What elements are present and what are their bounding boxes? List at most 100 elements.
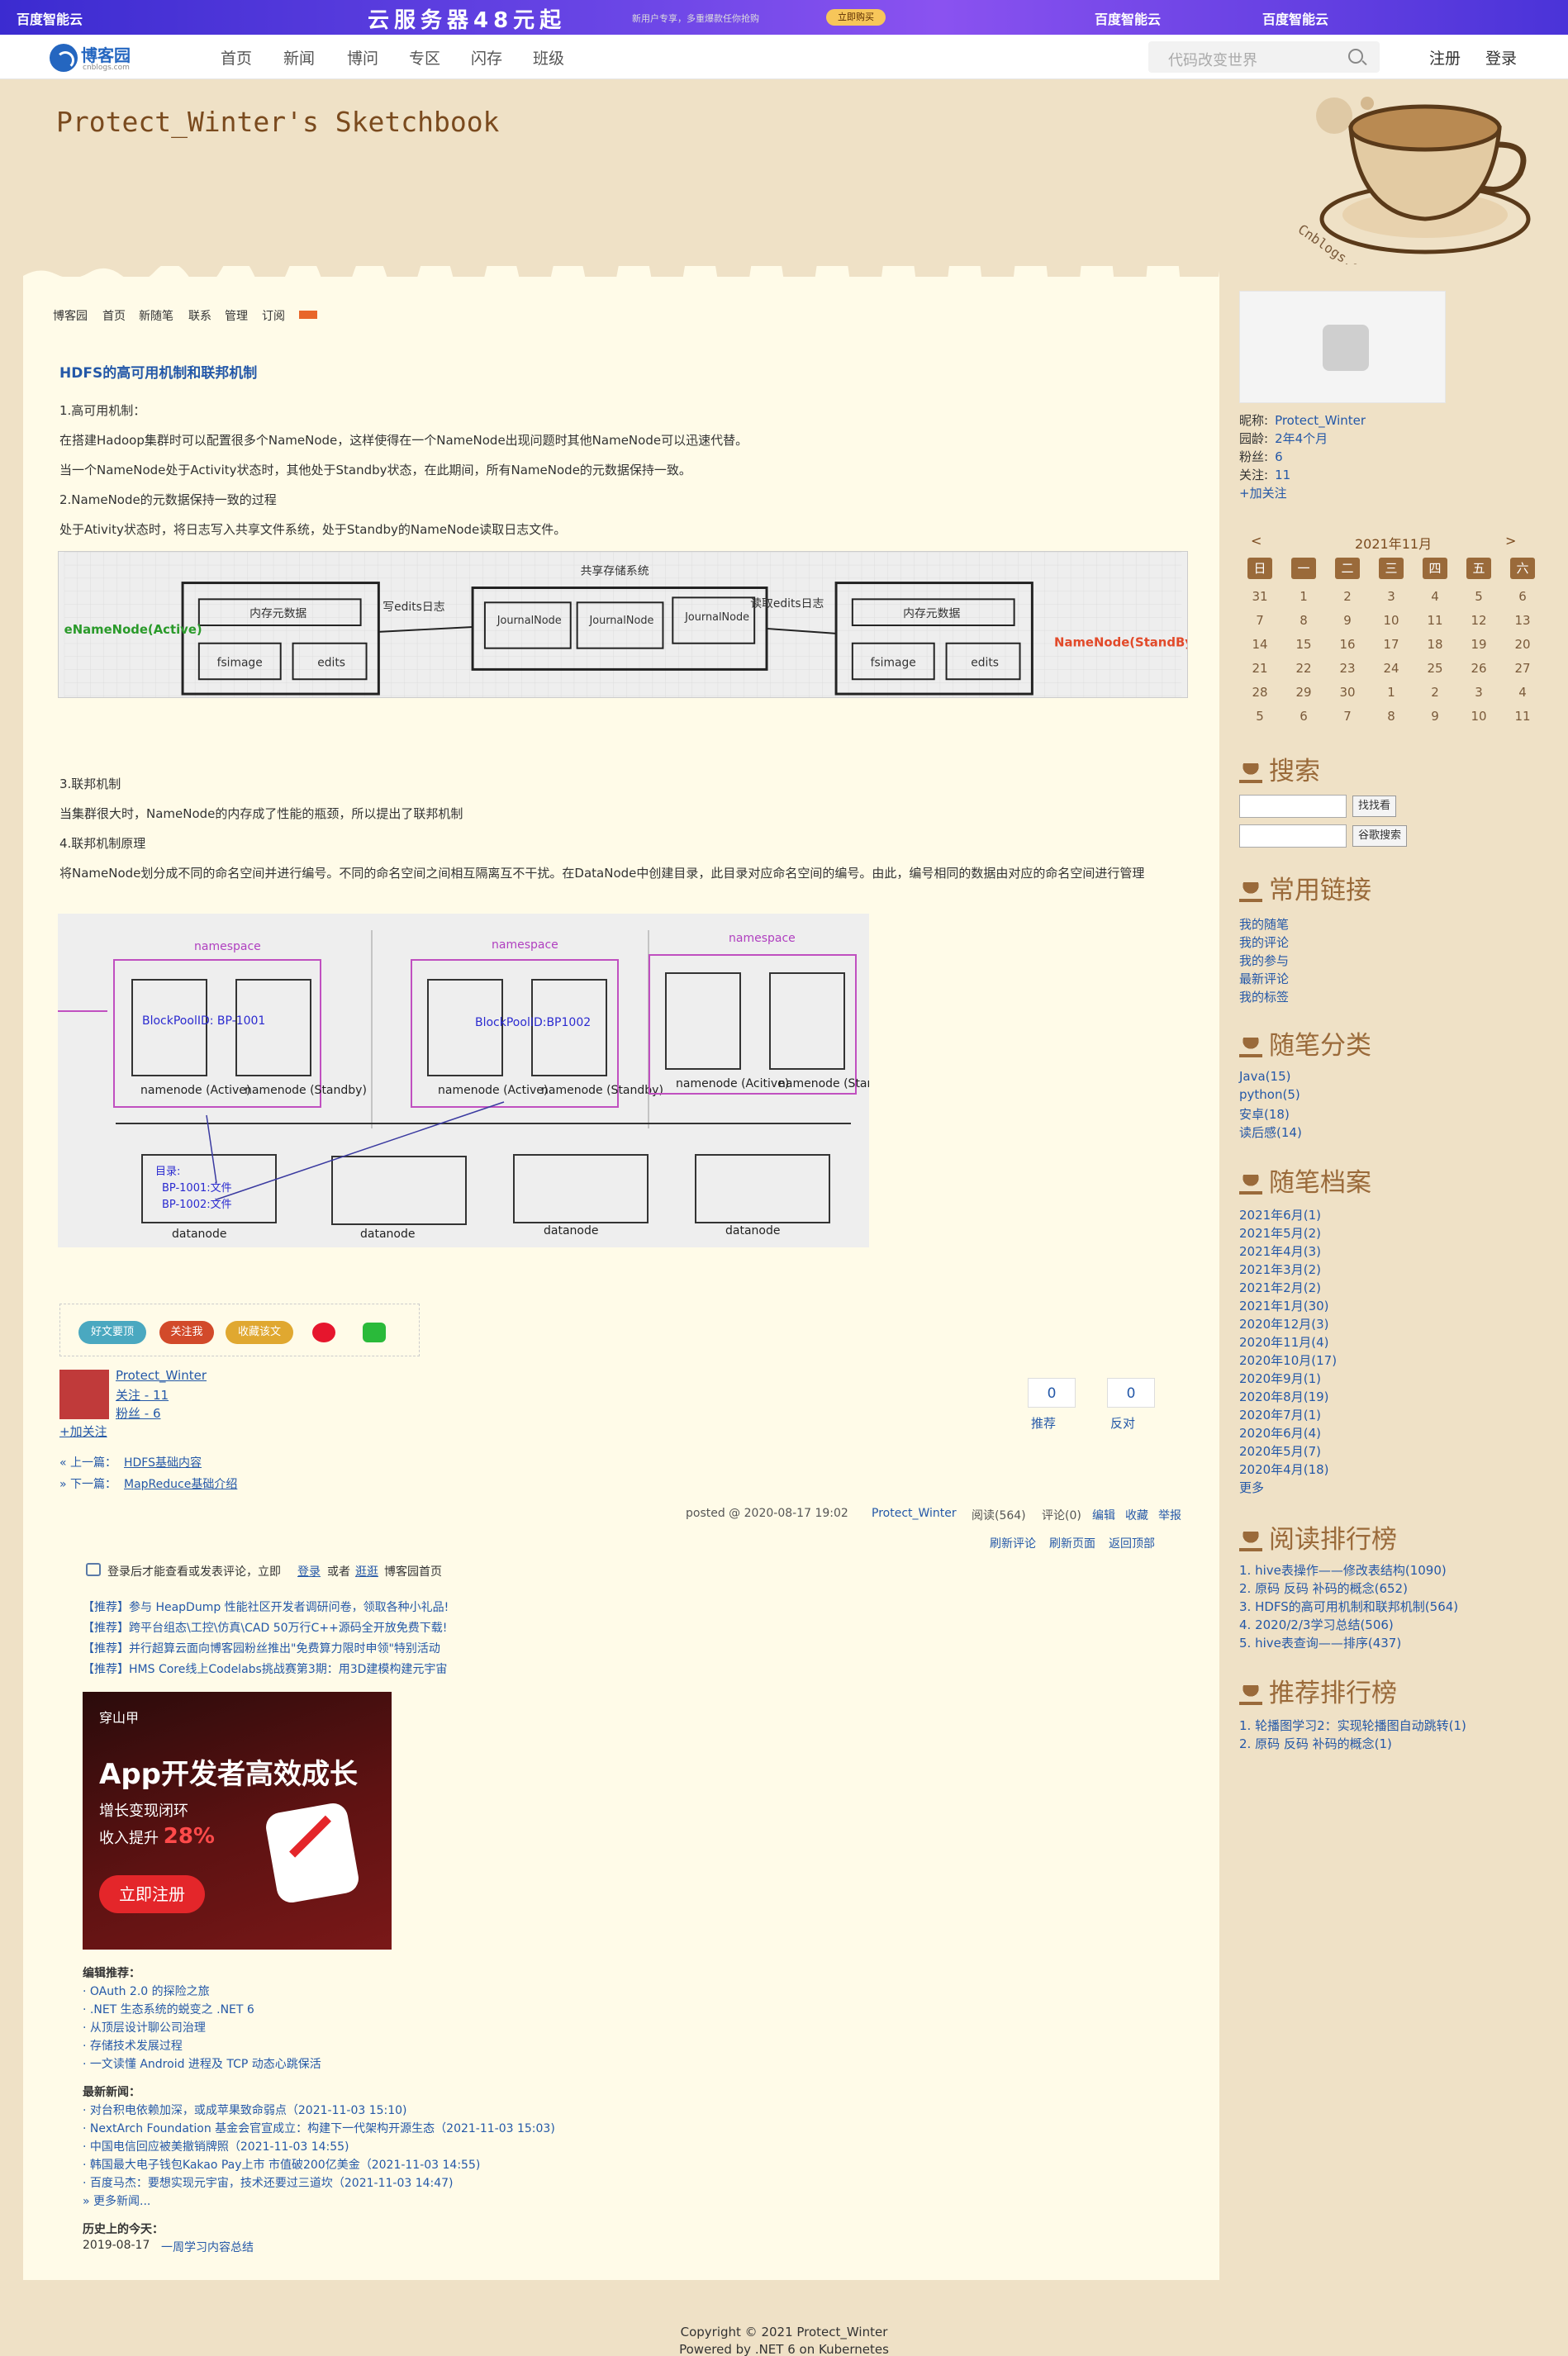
archive-link[interactable]: 2020年12月(3) [1239, 1315, 1329, 1332]
report-link[interactable]: 举报 [1158, 1507, 1181, 1523]
calendar-day[interactable]: 11 [1414, 613, 1456, 628]
digg-label[interactable]: 推荐 [1031, 1414, 1056, 1432]
subnav-cnblogs[interactable]: 博客园 [53, 307, 88, 324]
post-title[interactable]: HDFS的高可用机制和联邦机制 [59, 361, 257, 382]
news-item[interactable]: · 韩国最大电子钱包Kakao Pay上市 市值破200亿美金（2021-11-… [83, 2156, 480, 2173]
archive-link[interactable]: 2021年3月(2) [1239, 1261, 1321, 1278]
calendar-day[interactable]: 4 [1502, 685, 1543, 700]
calendar-day[interactable]: 7 [1327, 709, 1368, 724]
calendar-day[interactable]: 9 [1327, 613, 1368, 628]
sidebar-link[interactable]: 我的评论 [1239, 933, 1289, 951]
search-button[interactable]: 找找看 [1352, 796, 1397, 817]
editor-item[interactable]: · .NET 生态系统的蜕变之 .NET 6 [83, 2001, 254, 2017]
news-item[interactable]: · NextArch Foundation 基金会官宣成立：构建下一代架构开源生… [83, 2120, 555, 2136]
register-link[interactable]: 注册 [1429, 46, 1461, 69]
calendar-day[interactable]: 9 [1414, 709, 1456, 724]
calendar-day[interactable]: 7 [1239, 613, 1281, 628]
archive-link[interactable]: 2020年10月(17) [1239, 1351, 1337, 1369]
calendar-day[interactable]: 6 [1502, 589, 1543, 604]
recommend-link[interactable]: 【推荐】跨平台组态\工控\仿真\CAD 50万行C++源码全开放免费下载! [83, 1619, 447, 1636]
read-rank-link[interactable]: 5. hive表查询——排序(437) [1239, 1634, 1401, 1651]
back-to-top-link[interactable]: 返回顶部 [1109, 1535, 1155, 1551]
calendar-day[interactable]: 27 [1502, 661, 1543, 676]
bury-label[interactable]: 反对 [1110, 1414, 1135, 1432]
editor-item[interactable]: · 存储技术发展过程 [83, 2037, 183, 2054]
fav-link[interactable]: 收藏 [1125, 1507, 1148, 1523]
calendar-prev[interactable]: < [1251, 533, 1262, 549]
subnav-new-post[interactable]: 新随笔 [139, 307, 173, 324]
calendar-day[interactable]: 5 [1239, 709, 1281, 724]
recommend-rank-link[interactable]: 1. 轮播图学习2：实现轮播图自动跳转(1) [1239, 1717, 1466, 1734]
read-rank-link[interactable]: 4. 2020/2/3学习总结(506) [1239, 1616, 1394, 1633]
calendar-day[interactable]: 13 [1502, 613, 1543, 628]
calendar-day[interactable]: 19 [1458, 637, 1499, 652]
google-search-input[interactable] [1239, 824, 1347, 848]
calendar-day[interactable]: 15 [1283, 637, 1324, 652]
archive-link[interactable]: 2020年7月(1) [1239, 1406, 1321, 1423]
refresh-comments-link[interactable]: 刷新评论 [990, 1535, 1036, 1551]
ad-register-button[interactable]: 立即注册 [99, 1875, 205, 1913]
add-follow-link[interactable]: +加关注 [59, 1423, 107, 1440]
archive-link[interactable]: 2020年11月(4) [1239, 1333, 1329, 1351]
sidebar-link[interactable]: 最新评论 [1239, 970, 1289, 987]
calendar-day[interactable]: 2 [1327, 589, 1368, 604]
banner-buy-button[interactable]: 立即购买 [826, 9, 886, 26]
author-fans[interactable]: 粉丝 - 6 [116, 1404, 161, 1422]
cnblogs-logo[interactable]: 博客园 cnblogs.com [50, 39, 140, 75]
read-rank-link[interactable]: 2. 原码 反码 补码的概念(652) [1239, 1579, 1408, 1597]
nav-zone[interactable]: 专区 [409, 46, 440, 69]
archive-link[interactable]: 2020年8月(19) [1239, 1388, 1329, 1405]
calendar-day[interactable]: 18 [1414, 637, 1456, 652]
news-item[interactable]: · 百度马杰：要想实现元宇宙，技术还要过三道坎（2021-11-03 14:47… [83, 2174, 454, 2191]
pangle-ad-banner[interactable]: 穿山甲 App开发者高效成长 增长变现闭环 收入提升 28% 立即注册 [83, 1692, 392, 1950]
subnav-admin[interactable]: 管理 [225, 307, 248, 324]
wechat-icon[interactable] [363, 1323, 386, 1342]
nav-flash[interactable]: 闪存 [471, 46, 502, 69]
calendar-day[interactable]: 8 [1283, 613, 1324, 628]
calendar-day[interactable]: 12 [1458, 613, 1499, 628]
calendar-day[interactable]: 4 [1414, 589, 1456, 604]
sidebar-search-input[interactable] [1239, 795, 1347, 818]
sidebar-link[interactable]: 我的标签 [1239, 988, 1289, 1005]
subnav-subscribe[interactable]: 订阅 [262, 307, 285, 324]
calendar-day[interactable]: 25 [1414, 661, 1456, 676]
xml-rss-icon[interactable] [299, 311, 317, 319]
google-search-button[interactable]: 谷歌搜索 [1352, 825, 1408, 847]
sidebar-nick-link[interactable]: Protect_Winter [1275, 413, 1366, 428]
site-search-input[interactable]: 代码改变世界 [1148, 41, 1380, 73]
category-link[interactable]: Java(15) [1239, 1069, 1290, 1084]
calendar-day[interactable]: 16 [1327, 637, 1368, 652]
sidebar-add-follow[interactable]: +加关注 [1239, 484, 1287, 501]
sidebar-link[interactable]: 我的随笔 [1239, 915, 1289, 933]
read-rank-link[interactable]: 3. HDFS的高可用机制和联邦机制(564) [1239, 1598, 1458, 1615]
refresh-page-link[interactable]: 刷新页面 [1049, 1535, 1095, 1551]
author-follow[interactable]: 关注 - 11 [116, 1386, 169, 1404]
calendar-day[interactable]: 30 [1327, 685, 1368, 700]
archive-link[interactable]: 2021年4月(3) [1239, 1242, 1321, 1260]
calendar-day[interactable]: 11 [1502, 709, 1543, 724]
archive-link[interactable]: 2021年1月(30) [1239, 1297, 1329, 1314]
archive-link[interactable]: 2020年9月(1) [1239, 1370, 1321, 1387]
recommend-rank-link[interactable]: 2. 原码 反码 补码的概念(1) [1239, 1735, 1392, 1752]
top-ad-banner[interactable]: 百度智能云 云服务器48元起 新用户专享，多重爆款任你抢购 立即购买 百度智能云… [0, 0, 1568, 35]
archive-link[interactable]: 2020年4月(18) [1239, 1461, 1329, 1478]
nav-home[interactable]: 首页 [221, 46, 252, 69]
calendar-day[interactable]: 28 [1239, 685, 1281, 700]
sidebar-fans-link[interactable]: 6 [1275, 449, 1283, 464]
subnav-home[interactable]: 首页 [102, 307, 126, 324]
nav-questions[interactable]: 博问 [347, 46, 378, 69]
archive-link[interactable]: 2020年5月(7) [1239, 1442, 1321, 1460]
post-author-link[interactable]: Protect_Winter [872, 1507, 957, 1520]
calendar-next[interactable]: > [1505, 533, 1516, 549]
category-link[interactable]: 读后感(14) [1239, 1123, 1302, 1141]
sidebar-follow-link[interactable]: 11 [1275, 468, 1290, 482]
calendar-day[interactable]: 10 [1371, 613, 1412, 628]
archive-link[interactable]: 2021年5月(2) [1239, 1224, 1321, 1242]
calendar-day[interactable]: 26 [1458, 661, 1499, 676]
nav-class[interactable]: 班级 [533, 46, 564, 69]
editor-item[interactable]: · 从顶层设计聊公司治理 [83, 2019, 206, 2035]
digg-box[interactable]: 0 推荐 [1028, 1378, 1076, 1434]
calendar-day[interactable]: 21 [1239, 661, 1281, 676]
weibo-icon[interactable] [312, 1323, 335, 1342]
author-avatar[interactable] [59, 1370, 109, 1419]
